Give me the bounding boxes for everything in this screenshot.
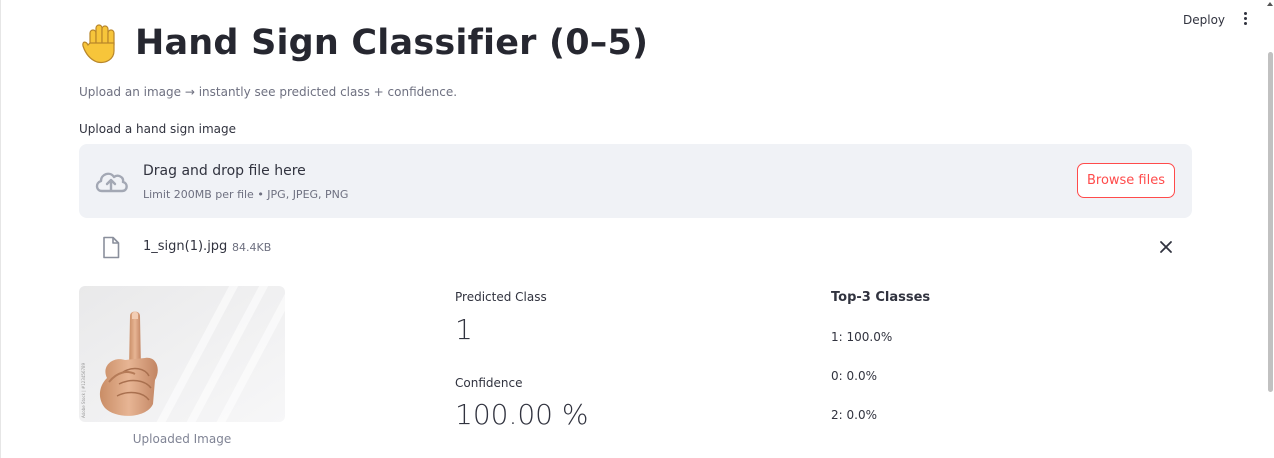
raised-hand-icon <box>82 24 115 64</box>
confidence-value: 100.00 % <box>455 398 589 431</box>
uploaded-image: Adobe Stock | #123456789 <box>79 286 285 422</box>
predicted-class-value: 1 <box>455 313 473 346</box>
dropzone-limit-text: Limit 200MB per file • JPG, JPEG, PNG <box>143 188 349 201</box>
hand-sign-one-image: Adobe Stock | #123456789 <box>79 286 285 422</box>
top3-header: Top-3 Classes <box>831 290 931 305</box>
deploy-button[interactable]: Deploy <box>1183 13 1225 27</box>
confidence-label: Confidence <box>455 376 523 390</box>
uploaded-file-name: 1_sign(1).jpg <box>143 239 228 254</box>
top3-item: 1: 100.0% <box>831 330 893 344</box>
app-page: Deploy Hand Sign Classifier (0–5) Upload… <box>0 0 1274 458</box>
predicted-class-label: Predicted Class <box>455 290 547 304</box>
page-subtitle: Upload an image → instantly see predicte… <box>79 85 458 99</box>
uploader-label: Upload a hand sign image <box>79 122 237 136</box>
file-dropzone[interactable]: Drag and drop file here Limit 200MB per … <box>79 144 1192 218</box>
page-title-row: Hand Sign Classifier (0–5) <box>79 18 648 68</box>
browse-files-button[interactable]: Browse files <box>1077 163 1175 198</box>
scrollbar-thumb[interactable] <box>1268 52 1273 392</box>
kebab-menu-icon[interactable] <box>1240 12 1250 30</box>
scroll-up-arrow-icon[interactable] <box>1266 0 1274 8</box>
uploaded-file-size: 84.4KB <box>232 241 272 254</box>
page-title: Hand Sign Classifier (0–5) <box>135 23 649 63</box>
image-caption: Uploaded Image <box>132 432 232 446</box>
cloud-upload-icon <box>95 172 128 193</box>
top3-item: 0: 0.0% <box>831 369 877 383</box>
top3-item: 2: 0.0% <box>831 408 877 422</box>
close-icon[interactable] <box>1159 240 1173 254</box>
left-border <box>0 0 1 458</box>
file-icon <box>103 236 120 259</box>
image-watermark: Adobe Stock | #123456789 <box>81 362 86 418</box>
dropzone-title: Drag and drop file here <box>143 163 306 179</box>
